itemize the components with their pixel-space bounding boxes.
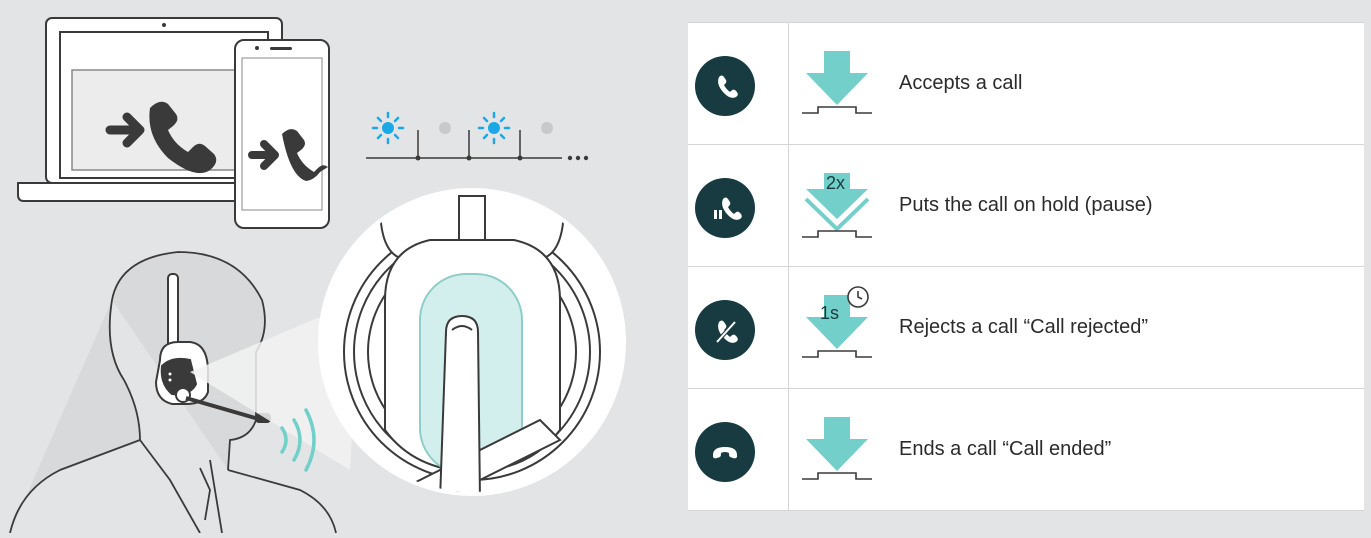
double-press-icon: 2x: [800, 171, 874, 241]
led-off-1: [439, 122, 451, 134]
action-row-accept: Accepts a call: [688, 22, 1364, 144]
press-count-badge: 2x: [826, 173, 846, 193]
led-blink-timeline: [366, 130, 589, 161]
column-divider: [788, 145, 789, 266]
headset-call-illustration: [0, 0, 650, 534]
press-duration-badge: 1s: [820, 303, 840, 323]
action-row-hold: 2x Puts the call on hold (pause): [688, 144, 1364, 266]
action-label: Puts the call on hold (pause): [899, 194, 1153, 216]
column-divider: [788, 23, 789, 144]
action-label: Ends a call “Call ended”: [899, 438, 1112, 460]
column-divider: [788, 389, 789, 510]
led-blue-flash-1: [371, 111, 405, 145]
clock-icon: [846, 285, 870, 309]
single-press-icon: [800, 415, 874, 485]
magnified-headset-button: [318, 188, 626, 496]
single-press-icon: [800, 49, 874, 119]
phone-reject-icon: [695, 300, 755, 360]
phone-hold-icon: [695, 178, 755, 238]
action-row-reject: 1s Rejects a call “Call rejected”: [688, 266, 1364, 388]
phone-end-icon: [695, 422, 755, 482]
call-actions-table: Accepts a call 2x Puts the call on hold …: [688, 22, 1364, 511]
column-divider: [788, 267, 789, 388]
led-off-2: [541, 122, 553, 134]
action-row-end: Ends a call “Call ended”: [688, 388, 1364, 511]
action-label: Rejects a call “Call rejected”: [899, 316, 1148, 338]
action-label: Accepts a call: [899, 72, 1023, 94]
led-blue-flash-2: [477, 111, 511, 145]
phone-accept-icon: [695, 56, 755, 116]
